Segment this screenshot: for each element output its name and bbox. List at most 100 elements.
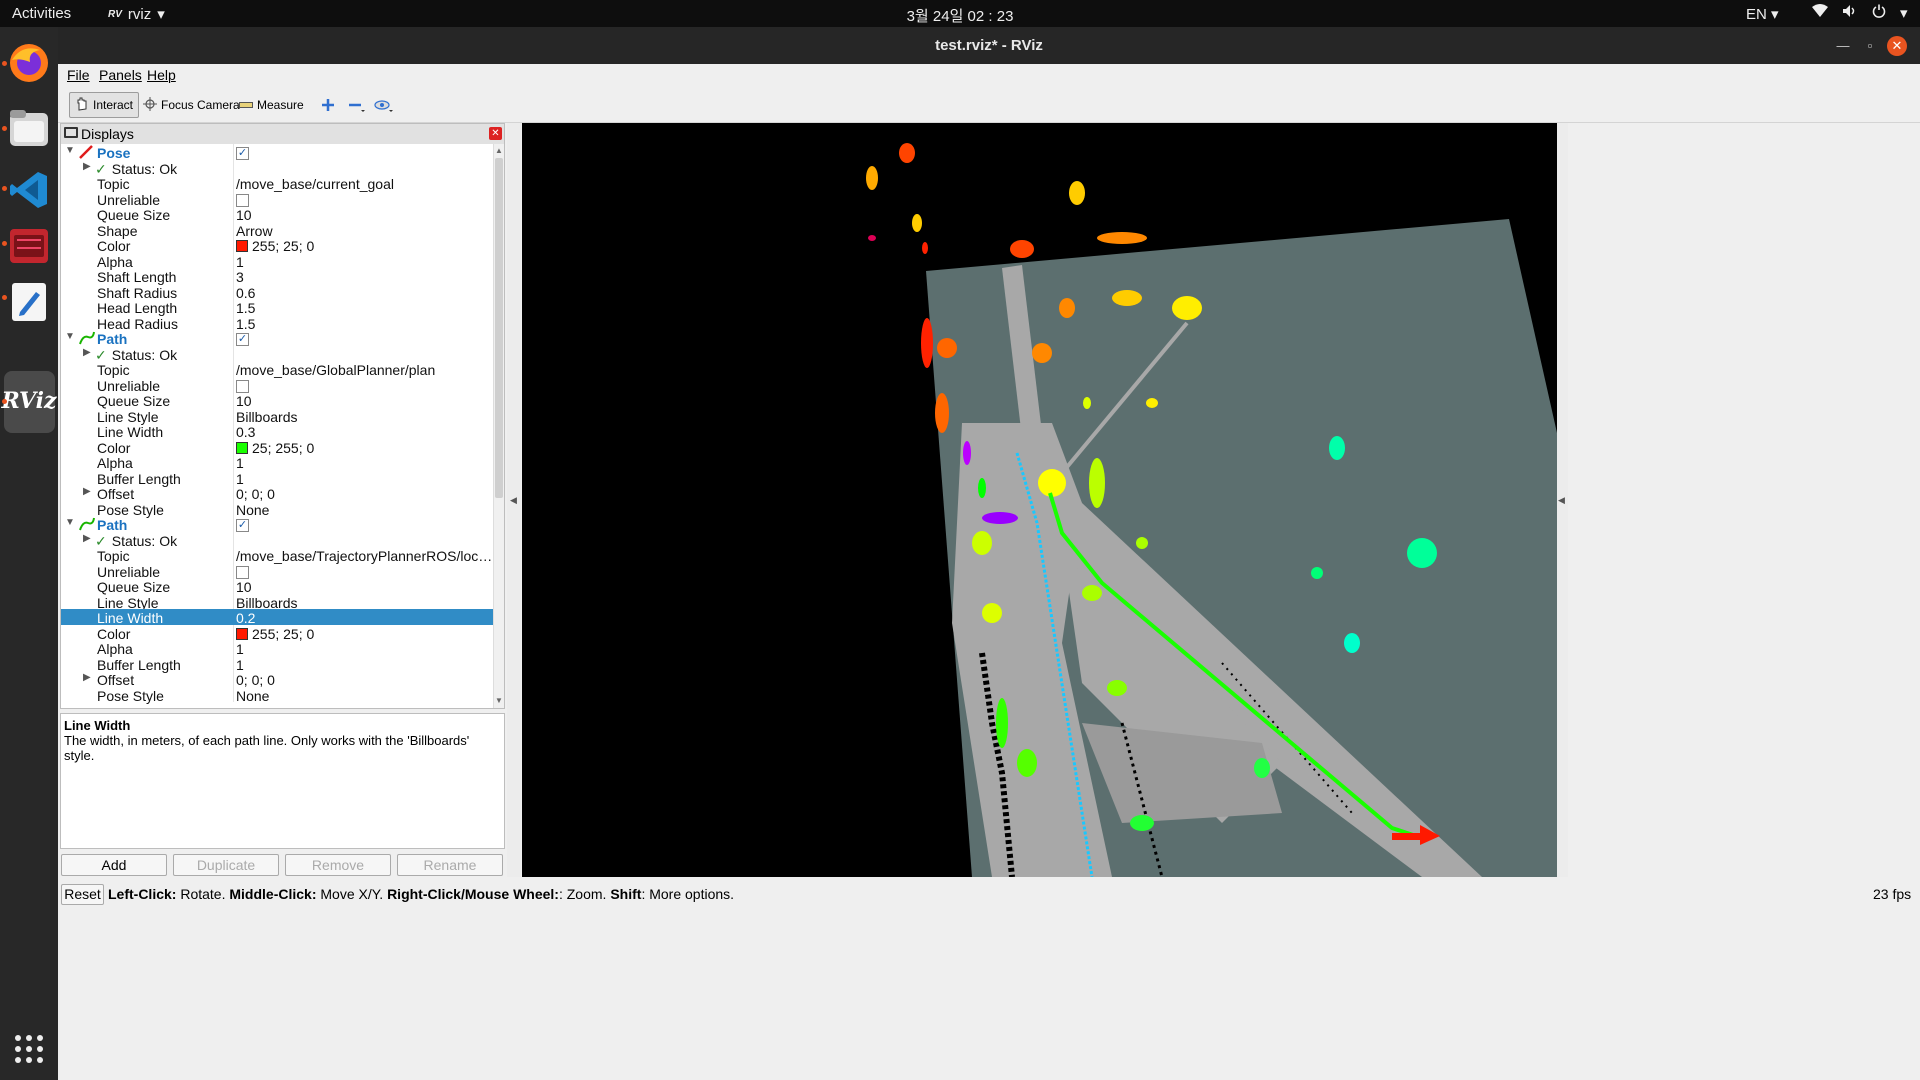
close-icon[interactable]: ✕ bbox=[1887, 36, 1907, 56]
app-menu[interactable]: RV rviz ▾ bbox=[108, 5, 165, 24]
expand-arrow-icon[interactable]: ▶ bbox=[83, 486, 91, 497]
tree-row-color[interactable]: Color 255; 25; 0 bbox=[61, 624, 493, 642]
vscode-icon[interactable] bbox=[7, 168, 51, 212]
tree-row-path[interactable]: ▼ Path ✓ bbox=[61, 330, 493, 347]
system-tray[interactable]: ▾ bbox=[1812, 4, 1908, 22]
measure-tool-button[interactable]: Measure bbox=[234, 92, 309, 118]
expand-arrow-icon[interactable]: ▶ bbox=[83, 533, 91, 544]
tree-row-buffer-length[interactable]: Buffer Length 1 bbox=[61, 469, 493, 487]
tree-row-pose-style[interactable]: Pose Style None bbox=[61, 686, 493, 704]
hint-key: Right-Click/Mouse Wheel: bbox=[387, 886, 559, 902]
tree-scrollbar[interactable]: ▲ ▼ bbox=[493, 144, 504, 708]
tree-row-unreliable[interactable]: Unreliable bbox=[61, 562, 493, 580]
expand-arrow-icon[interactable]: ▼ bbox=[65, 331, 75, 342]
tree-row-alpha[interactable]: Alpha 1 bbox=[61, 454, 493, 471]
tree-row-line-style[interactable]: Line Style Billboards bbox=[61, 407, 493, 425]
tree-row-line-style[interactable]: Line Style Billboards bbox=[61, 593, 493, 611]
show-apps-icon[interactable] bbox=[7, 1027, 51, 1071]
maximize-icon[interactable]: ▫ bbox=[1860, 36, 1880, 56]
expand-arrow-icon[interactable]: ▶ bbox=[83, 161, 91, 172]
expand-arrow-icon[interactable]: ▼ bbox=[65, 517, 75, 528]
tree-row-offset[interactable]: ▶ Offset 0; 0; 0 bbox=[61, 671, 493, 688]
rename-button[interactable]: Rename bbox=[397, 854, 503, 876]
tree-row-status[interactable]: ▶ ✓ Status: Ok bbox=[61, 345, 493, 363]
tree-row-color[interactable]: Color 25; 255; 0 bbox=[61, 438, 493, 456]
reset-button[interactable]: Reset bbox=[61, 884, 104, 905]
tree-row-queue-size[interactable]: Queue Size 10 bbox=[61, 392, 493, 409]
scene-canvas bbox=[866, 143, 1557, 877]
enabled-checkbox[interactable]: ✓ bbox=[236, 519, 249, 532]
panel-splitter[interactable]: ◀ bbox=[507, 123, 521, 877]
window-titlebar[interactable]: test.rviz* - RViz — ▫ ✕ bbox=[58, 27, 1920, 64]
tree-row-pose-style[interactable]: Pose Style None bbox=[61, 500, 493, 518]
rviz-icon[interactable]: RViz bbox=[1, 379, 56, 423]
scroll-up-icon[interactable]: ▲ bbox=[495, 146, 503, 155]
scrollbar-thumb[interactable] bbox=[495, 158, 503, 498]
tree-row-alpha[interactable]: Alpha 1 bbox=[61, 252, 493, 270]
focus-camera-tool-button[interactable]: Focus Camera bbox=[138, 92, 245, 118]
tree-row-status[interactable]: ▶ ✓ Status: Ok bbox=[61, 531, 493, 549]
expand-arrow-icon[interactable]: ▶ bbox=[83, 347, 91, 358]
collapse-right-icon[interactable]: ◀ bbox=[1558, 495, 1565, 506]
collapse-left-icon[interactable]: ◀ bbox=[510, 495, 517, 506]
activities-button[interactable]: Activities bbox=[12, 5, 71, 22]
close-panel-icon[interactable]: ✕ bbox=[489, 127, 502, 140]
tree-row-head-radius[interactable]: Head Radius 1.5 bbox=[61, 314, 493, 332]
right-splitter[interactable]: ◀ bbox=[1557, 123, 1568, 877]
prop-key: Pose Style bbox=[97, 687, 164, 704]
tree-row-topic[interactable]: Topic/move_base/GlobalPlanner/plan bbox=[61, 361, 493, 378]
tree-row-line-width[interactable]: Line Width 0.3 bbox=[61, 423, 493, 440]
interact-tool-button[interactable]: Interact bbox=[69, 92, 140, 118]
tree-row-color[interactable]: Color 255; 25; 0 bbox=[61, 237, 493, 254]
tree-row-topic[interactable]: Topic/move_base/TrajectoryPlannerROS/loc… bbox=[61, 547, 493, 564]
tree-row-topic[interactable]: Topic/move_base/current_goal bbox=[61, 175, 493, 192]
app-icon[interactable] bbox=[7, 224, 51, 268]
input-language[interactable]: EN ▾ bbox=[1746, 5, 1779, 23]
tree-row-path[interactable]: ▼ Path ✓ bbox=[61, 516, 493, 533]
tree-row-unreliable[interactable]: Unreliable bbox=[61, 190, 493, 208]
interact-label: Interact bbox=[93, 98, 134, 112]
expand-arrow-icon[interactable]: ▶ bbox=[83, 672, 91, 683]
add-button[interactable]: Add bbox=[61, 854, 167, 876]
unreliable-checkbox[interactable] bbox=[236, 379, 249, 393]
chevron-down-icon: ▾ bbox=[157, 6, 165, 23]
tree-row-buffer-length[interactable]: Buffer Length 1 bbox=[61, 655, 493, 673]
minimize-icon[interactable]: — bbox=[1833, 36, 1853, 56]
tree-row-offset[interactable]: ▶ Offset 0; 0; 0 bbox=[61, 485, 493, 502]
tree-row-shaft-radius[interactable]: Shaft Radius 0.6 bbox=[61, 283, 493, 301]
menu-file[interactable]: File bbox=[67, 67, 90, 83]
duplicate-button[interactable]: Duplicate bbox=[173, 854, 279, 876]
clock[interactable]: 3월 24일 02 : 23 bbox=[907, 8, 1014, 25]
scroll-down-icon[interactable]: ▼ bbox=[495, 696, 503, 705]
tree-row-line-width[interactable]: Line Width 0.2 bbox=[61, 609, 493, 626]
expand-arrow-icon[interactable]: ▼ bbox=[65, 145, 75, 156]
color-swatch[interactable] bbox=[236, 627, 248, 640]
tree-row-queue-size[interactable]: Queue Size 10 bbox=[61, 578, 493, 595]
unreliable-checkbox[interactable] bbox=[236, 565, 249, 579]
tree-row-alpha[interactable]: Alpha 1 bbox=[61, 640, 493, 657]
remove-button[interactable]: Remove bbox=[285, 854, 391, 876]
tree-row-shape[interactable]: Shape Arrow bbox=[61, 221, 493, 239]
camera-type-icon[interactable] bbox=[369, 92, 399, 118]
tree-row-shaft-length[interactable]: Shaft Length 3 bbox=[61, 268, 493, 285]
firefox-icon[interactable] bbox=[7, 41, 51, 85]
tree-row-status[interactable]: ▶ ✓ Status: Ok bbox=[61, 159, 493, 177]
render-3d-view[interactable] bbox=[522, 123, 1557, 877]
unreliable-checkbox[interactable] bbox=[236, 193, 249, 207]
enabled-checkbox[interactable]: ✓ bbox=[236, 333, 249, 346]
add-tool-icon[interactable] bbox=[316, 92, 340, 118]
menu-help[interactable]: Help bbox=[147, 67, 176, 83]
tree-row-unreliable[interactable]: Unreliable bbox=[61, 376, 493, 394]
prop-value[interactable]: None bbox=[236, 688, 269, 704]
help-title: Line Width bbox=[64, 718, 131, 733]
files-icon[interactable] bbox=[7, 106, 51, 150]
remove-tool-icon[interactable] bbox=[343, 92, 371, 118]
color-swatch[interactable] bbox=[236, 441, 248, 454]
menu-panels[interactable]: Panels bbox=[99, 67, 142, 83]
tree-row-queue-size[interactable]: Queue Size 10 bbox=[61, 206, 493, 223]
enabled-checkbox[interactable]: ✓ bbox=[236, 147, 249, 160]
color-swatch[interactable] bbox=[236, 240, 248, 252]
text-editor-icon[interactable] bbox=[7, 280, 51, 324]
tree-row-head-length[interactable]: Head Length 1.5 bbox=[61, 299, 493, 316]
tree-row-pose[interactable]: ▼ Pose ✓ bbox=[61, 144, 493, 161]
